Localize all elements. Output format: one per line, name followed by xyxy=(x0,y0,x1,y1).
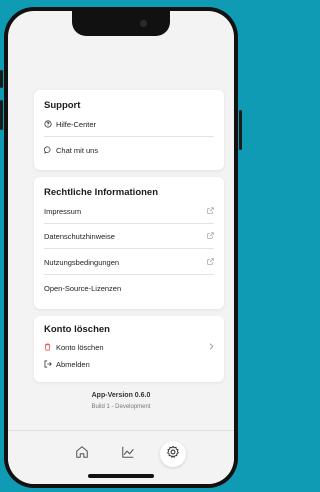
phone-side-button xyxy=(0,70,3,88)
notch xyxy=(72,11,170,36)
chat-link[interactable]: Chat mit uns xyxy=(44,143,214,157)
support-title: Support xyxy=(44,100,81,111)
phone-side-button xyxy=(239,110,242,150)
tab-settings[interactable] xyxy=(160,441,186,467)
privacy-link[interactable]: Datenschutzhinweise xyxy=(44,229,214,243)
chat-label: Chat mit uns xyxy=(56,145,99,155)
help-center-label: Hilfe-Center xyxy=(56,119,97,129)
help-center-link[interactable]: Hilfe-Center xyxy=(44,117,214,131)
delete-account-label: Konto löschen xyxy=(56,342,104,352)
oss-licenses-link[interactable]: Open-Source-Lizenzen xyxy=(44,281,214,295)
divider xyxy=(44,248,214,249)
logout-button[interactable]: Abmelden xyxy=(44,357,214,371)
build-info: Build 1 - Development xyxy=(91,404,151,410)
gear-icon xyxy=(166,445,180,464)
legal-card: Rechtliche Informationen Impressum Daten… xyxy=(34,177,224,309)
external-link-icon xyxy=(207,206,214,216)
privacy-label: Datenschutzhinweise xyxy=(44,231,115,241)
logout-label: Abmelden xyxy=(56,359,90,369)
account-card: Konto löschen Konto löschen Abmelden xyxy=(34,316,224,382)
divider xyxy=(44,136,214,137)
logout-icon xyxy=(44,360,53,368)
impressum-link[interactable]: Impressum xyxy=(44,204,214,218)
chevron-right-icon xyxy=(209,342,214,352)
external-link-icon xyxy=(207,231,214,241)
chart-icon xyxy=(121,445,135,464)
delete-account-button[interactable]: Konto löschen xyxy=(44,340,214,354)
app-version: App-Version 0.6.0 xyxy=(91,392,151,399)
divider xyxy=(44,274,214,275)
home-icon xyxy=(75,445,89,464)
help-circle-icon xyxy=(44,120,53,128)
terms-label: Nutzungsbedingungen xyxy=(44,257,120,267)
trash-icon xyxy=(44,343,53,351)
oss-licenses-label: Open-Source-Lizenzen xyxy=(44,283,122,293)
home-indicator xyxy=(88,474,154,478)
terms-link[interactable]: Nutzungsbedingungen xyxy=(44,255,214,269)
external-link-icon xyxy=(207,257,214,267)
impressum-label: Impressum xyxy=(44,206,82,216)
divider xyxy=(44,223,214,224)
support-card: Support Hilfe-Center Chat mit uns xyxy=(34,90,224,170)
tab-home[interactable] xyxy=(69,441,95,467)
account-title: Konto löschen xyxy=(44,324,110,335)
tab-stats[interactable] xyxy=(115,441,141,467)
chat-bubble-icon xyxy=(44,146,53,154)
camera-icon xyxy=(140,20,147,27)
app-screen: Support Hilfe-Center Chat mit uns Rechtl… xyxy=(8,11,234,484)
legal-title: Rechtliche Informationen xyxy=(44,187,159,198)
phone-side-button xyxy=(0,100,3,130)
phone-frame: Support Hilfe-Center Chat mit uns Rechtl… xyxy=(4,7,238,488)
tab-bar xyxy=(8,430,234,484)
